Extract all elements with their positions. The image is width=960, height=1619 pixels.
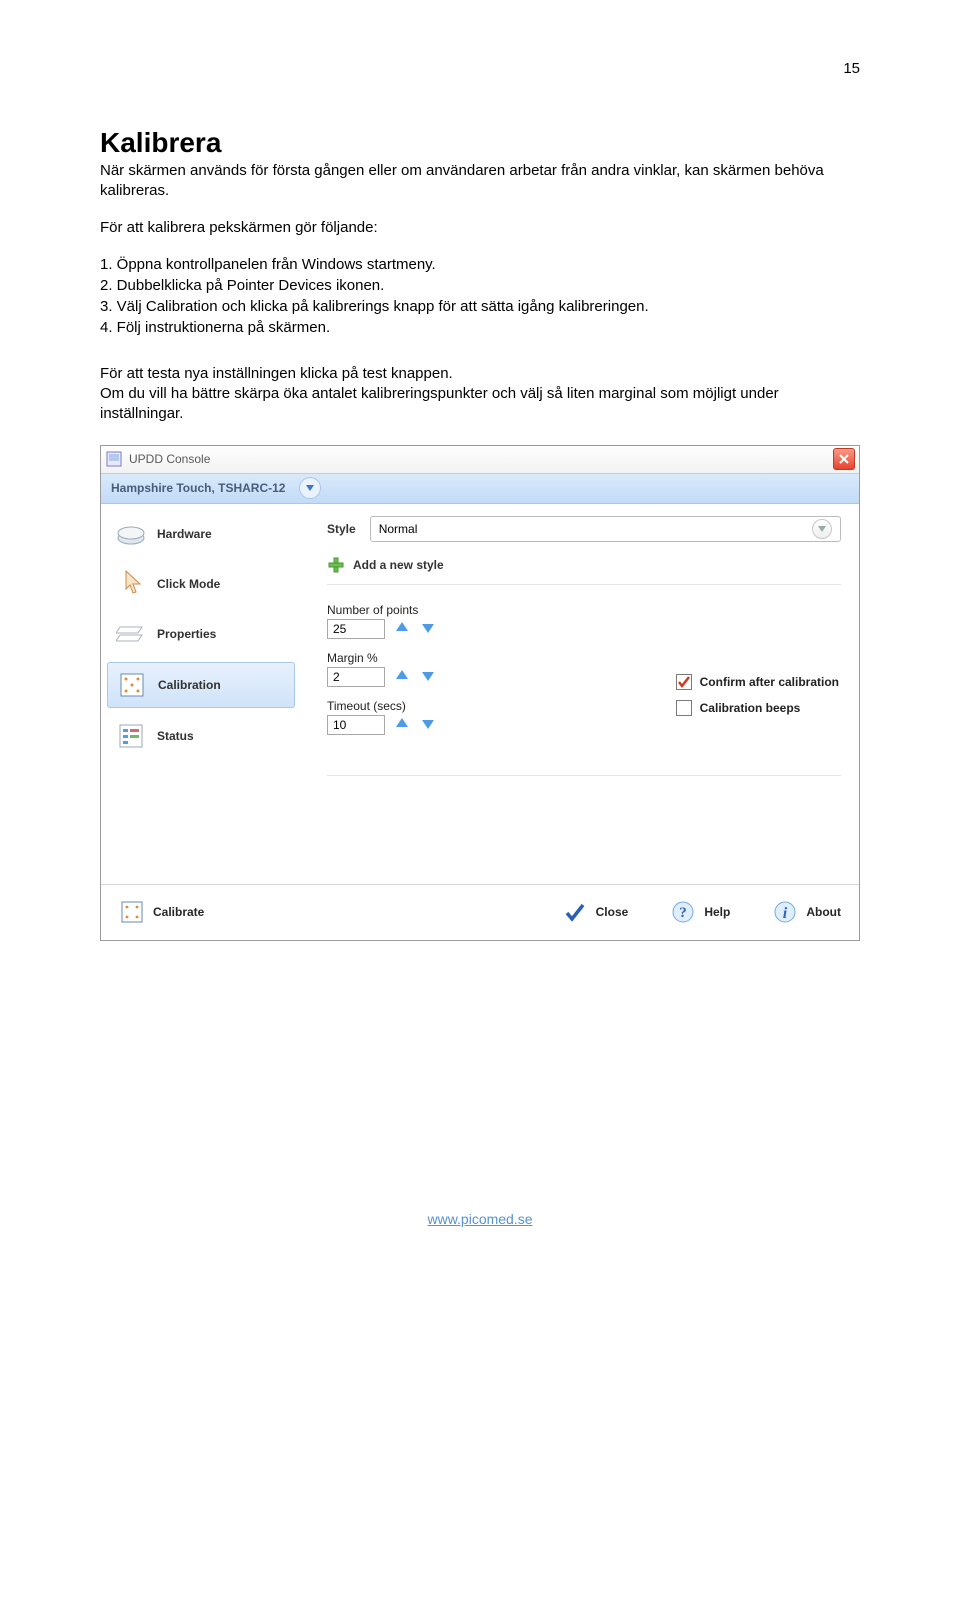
chevron-down-icon xyxy=(812,519,832,539)
device-dropdown[interactable] xyxy=(299,477,321,499)
help-label: Help xyxy=(704,905,730,919)
arrow-down-icon[interactable] xyxy=(421,621,437,637)
intro-paragraph: När skärmen används för första gången el… xyxy=(100,161,860,202)
note-line-1: För att testa nya inställningen klicka p… xyxy=(100,364,860,384)
chevron-down-icon xyxy=(305,483,315,493)
sidebar-item-label: Properties xyxy=(157,627,216,641)
click-mode-icon xyxy=(115,568,147,600)
timeout-input[interactable] xyxy=(327,715,385,735)
step-1: 1. Öppna kontrollpanelen från Windows st… xyxy=(100,254,860,275)
calibration-icon xyxy=(116,669,148,701)
style-value: Normal xyxy=(379,522,418,536)
step-2: 2. Dubbelklicka på Pointer Devices ikone… xyxy=(100,275,860,296)
sidebar-item-label: Click Mode xyxy=(157,577,220,591)
close-button[interactable]: Close xyxy=(556,895,635,929)
calibration-icon xyxy=(119,899,145,925)
page-number: 15 xyxy=(100,60,860,77)
points-input[interactable] xyxy=(327,619,385,639)
margin-input[interactable] xyxy=(327,667,385,687)
arrow-down-icon[interactable] xyxy=(421,669,437,685)
arrow-down-icon[interactable] xyxy=(421,717,437,733)
arrow-up-icon[interactable] xyxy=(395,717,411,733)
note-block: För att testa nya inställningen klicka p… xyxy=(100,364,860,425)
step-4: 4. Följ instruktionerna på skärmen. xyxy=(100,317,860,338)
titlebar: UPDD Console xyxy=(101,446,859,474)
info-icon: i xyxy=(772,899,798,925)
arrow-up-icon[interactable] xyxy=(395,621,411,637)
updd-console-window: UPDD Console Hampshire Touch, TSHARC-12 … xyxy=(100,445,860,941)
help-icon: ? xyxy=(670,899,696,925)
window-title: UPDD Console xyxy=(129,452,833,466)
checkbox-unchecked-icon xyxy=(676,700,692,716)
style-label: Style xyxy=(327,522,356,536)
help-button[interactable]: ? Help xyxy=(664,895,736,929)
heading: Kalibrera xyxy=(100,127,860,159)
sidebar-item-label: Calibration xyxy=(158,678,221,692)
svg-text:?: ? xyxy=(680,905,688,921)
note-line-2: Om du vill ha bättre skärpa öka antalet … xyxy=(100,384,860,425)
close-button[interactable] xyxy=(833,448,855,470)
checkbox-checked-icon xyxy=(676,674,692,690)
sidebar-item-status[interactable]: Status xyxy=(107,714,295,758)
points-label: Number of points xyxy=(327,603,841,617)
plus-icon xyxy=(327,556,345,574)
close-icon xyxy=(839,454,849,464)
about-button[interactable]: i About xyxy=(766,895,847,929)
sidebar: Hardware Click Mode Properties xyxy=(101,504,301,884)
status-icon xyxy=(115,720,147,752)
confirm-label: Confirm after calibration xyxy=(700,675,839,689)
confirm-checkbox-row[interactable]: Confirm after calibration xyxy=(676,674,839,690)
style-dropdown[interactable]: Normal xyxy=(370,516,841,542)
sidebar-item-calibration[interactable]: Calibration xyxy=(107,662,295,708)
sidebar-item-label: Hardware xyxy=(157,527,212,541)
device-bar: Hampshire Touch, TSHARC-12 xyxy=(101,474,859,504)
sub-intro: För att kalibrera pekskärmen gör följand… xyxy=(100,218,860,238)
divider xyxy=(327,775,841,776)
calibrate-label: Calibrate xyxy=(153,905,204,919)
right-panel: Style Normal Add a new style xyxy=(301,504,859,884)
svg-text:i: i xyxy=(783,905,788,922)
device-name: Hampshire Touch, TSHARC-12 xyxy=(111,481,285,495)
check-icon xyxy=(562,899,588,925)
bottom-bar: Calibrate Close ? Help i About xyxy=(101,884,859,940)
calibrate-button[interactable]: Calibrate xyxy=(113,895,210,929)
close-label: Close xyxy=(596,905,629,919)
beeps-label: Calibration beeps xyxy=(700,701,801,715)
footer-link[interactable]: www.picomed.se xyxy=(100,1211,860,1227)
app-icon xyxy=(105,450,123,468)
sidebar-item-properties[interactable]: Properties xyxy=(107,612,295,656)
steps-list: 1. Öppna kontrollpanelen från Windows st… xyxy=(100,254,860,338)
sidebar-item-hardware[interactable]: Hardware xyxy=(107,512,295,556)
margin-label: Margin % xyxy=(327,651,841,665)
add-style-label: Add a new style xyxy=(353,558,444,572)
about-label: About xyxy=(806,905,841,919)
sidebar-item-clickmode[interactable]: Click Mode xyxy=(107,562,295,606)
step-3: 3. Välj Calibration och klicka på kalibr… xyxy=(100,296,860,317)
hardware-icon xyxy=(115,518,147,550)
arrow-up-icon[interactable] xyxy=(395,669,411,685)
add-style-link[interactable]: Add a new style xyxy=(327,556,841,574)
divider xyxy=(327,584,841,585)
beeps-checkbox-row[interactable]: Calibration beeps xyxy=(676,700,839,716)
sidebar-item-label: Status xyxy=(157,729,194,743)
properties-icon xyxy=(115,618,147,650)
